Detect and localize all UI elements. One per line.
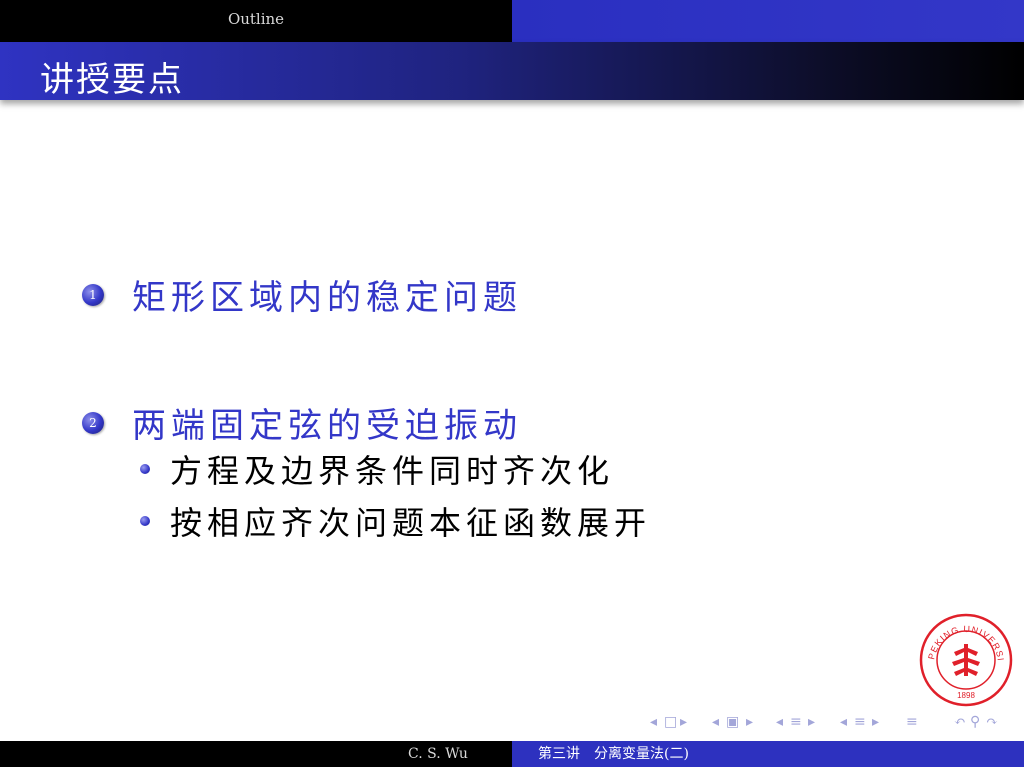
item-number-badge: 1 (82, 283, 104, 306)
nav-section-icon[interactable]: ≡ (790, 714, 802, 730)
nav-document-next-icon[interactable]: ▸ (872, 714, 879, 730)
seal-name: PEKING UNIVERSITY (914, 604, 1004, 662)
subitem-text: 按相应齐次问题本征函数展开 (170, 504, 652, 542)
item-text: 两端固定弦的受迫振动 (132, 406, 522, 446)
footline-right: 第三讲 分离变量法(二) (512, 741, 1024, 767)
svg-text:PEKING UNIVERSITY: PEKING UNIVERSITY (918, 612, 1006, 662)
nav-subsection-next-icon[interactable]: ▸ (746, 714, 753, 730)
author-name: C. S. Wu (408, 746, 468, 762)
outline-subitem: 方程及边界条件同时齐次化 (140, 446, 614, 492)
outline-item-2[interactable]: 2 两端固定弦的受迫振动 (82, 398, 522, 447)
nav-document-icon[interactable]: ≡ (854, 714, 866, 730)
nav-subsection-prev-icon[interactable]: ◂ (712, 714, 719, 730)
seal-year: 1898 (957, 691, 975, 700)
nav-section-next-icon[interactable]: ▸ (808, 714, 815, 730)
nav-appendix-icon[interactable]: ≡ (906, 714, 918, 730)
section-nav[interactable]: Outline (0, 0, 512, 42)
nav-document-prev-icon[interactable]: ◂ (840, 714, 847, 730)
nav-frame-prev-icon[interactable]: ◂ (650, 714, 657, 730)
header-strip-right (512, 0, 1024, 42)
footline: C. S. Wu 第三讲 分离变量法(二) (0, 741, 1024, 767)
frame-title: 讲授要点 (40, 60, 184, 100)
nav-redo-icon[interactable]: ↷ (986, 714, 998, 730)
beamer-navigation: ◂ □ ▸ ◂ ▣ ▸ ◂ ≡ ▸ ◂ ≡ ▸ ≡ ↶ ⚲ ↷ (650, 714, 1010, 734)
lecture-title: 第三讲 分离变量法(二) (538, 746, 689, 762)
nav-undo-icon[interactable]: ↶ (954, 714, 966, 730)
nav-frame-next-icon[interactable]: ▸ (680, 714, 687, 730)
item-text: 矩形区域内的稳定问题 (132, 278, 522, 318)
section-title[interactable]: Outline (228, 10, 284, 28)
nav-search-icon[interactable]: ⚲ (970, 714, 980, 730)
frame-title-bar: 讲授要点 (0, 42, 1024, 100)
university-seal-logo: PEKING UNIVERSITY 1898 (914, 604, 1014, 708)
header-strip: Outline (0, 0, 1024, 42)
nav-section-prev-icon[interactable]: ◂ (776, 714, 783, 730)
item-number-badge: 2 (82, 411, 104, 434)
nav-frame-icon[interactable]: □ (664, 714, 677, 730)
outline-subitem: 按相应齐次问题本征函数展开 (140, 498, 651, 544)
bullet-icon (140, 516, 150, 526)
outline-item-1[interactable]: 1 矩形区域内的稳定问题 (82, 270, 522, 319)
subitem-text: 方程及边界条件同时齐次化 (170, 452, 615, 490)
nav-subsection-icon[interactable]: ▣ (726, 714, 739, 730)
bullet-icon (140, 464, 150, 474)
footline-left: C. S. Wu (0, 741, 512, 767)
